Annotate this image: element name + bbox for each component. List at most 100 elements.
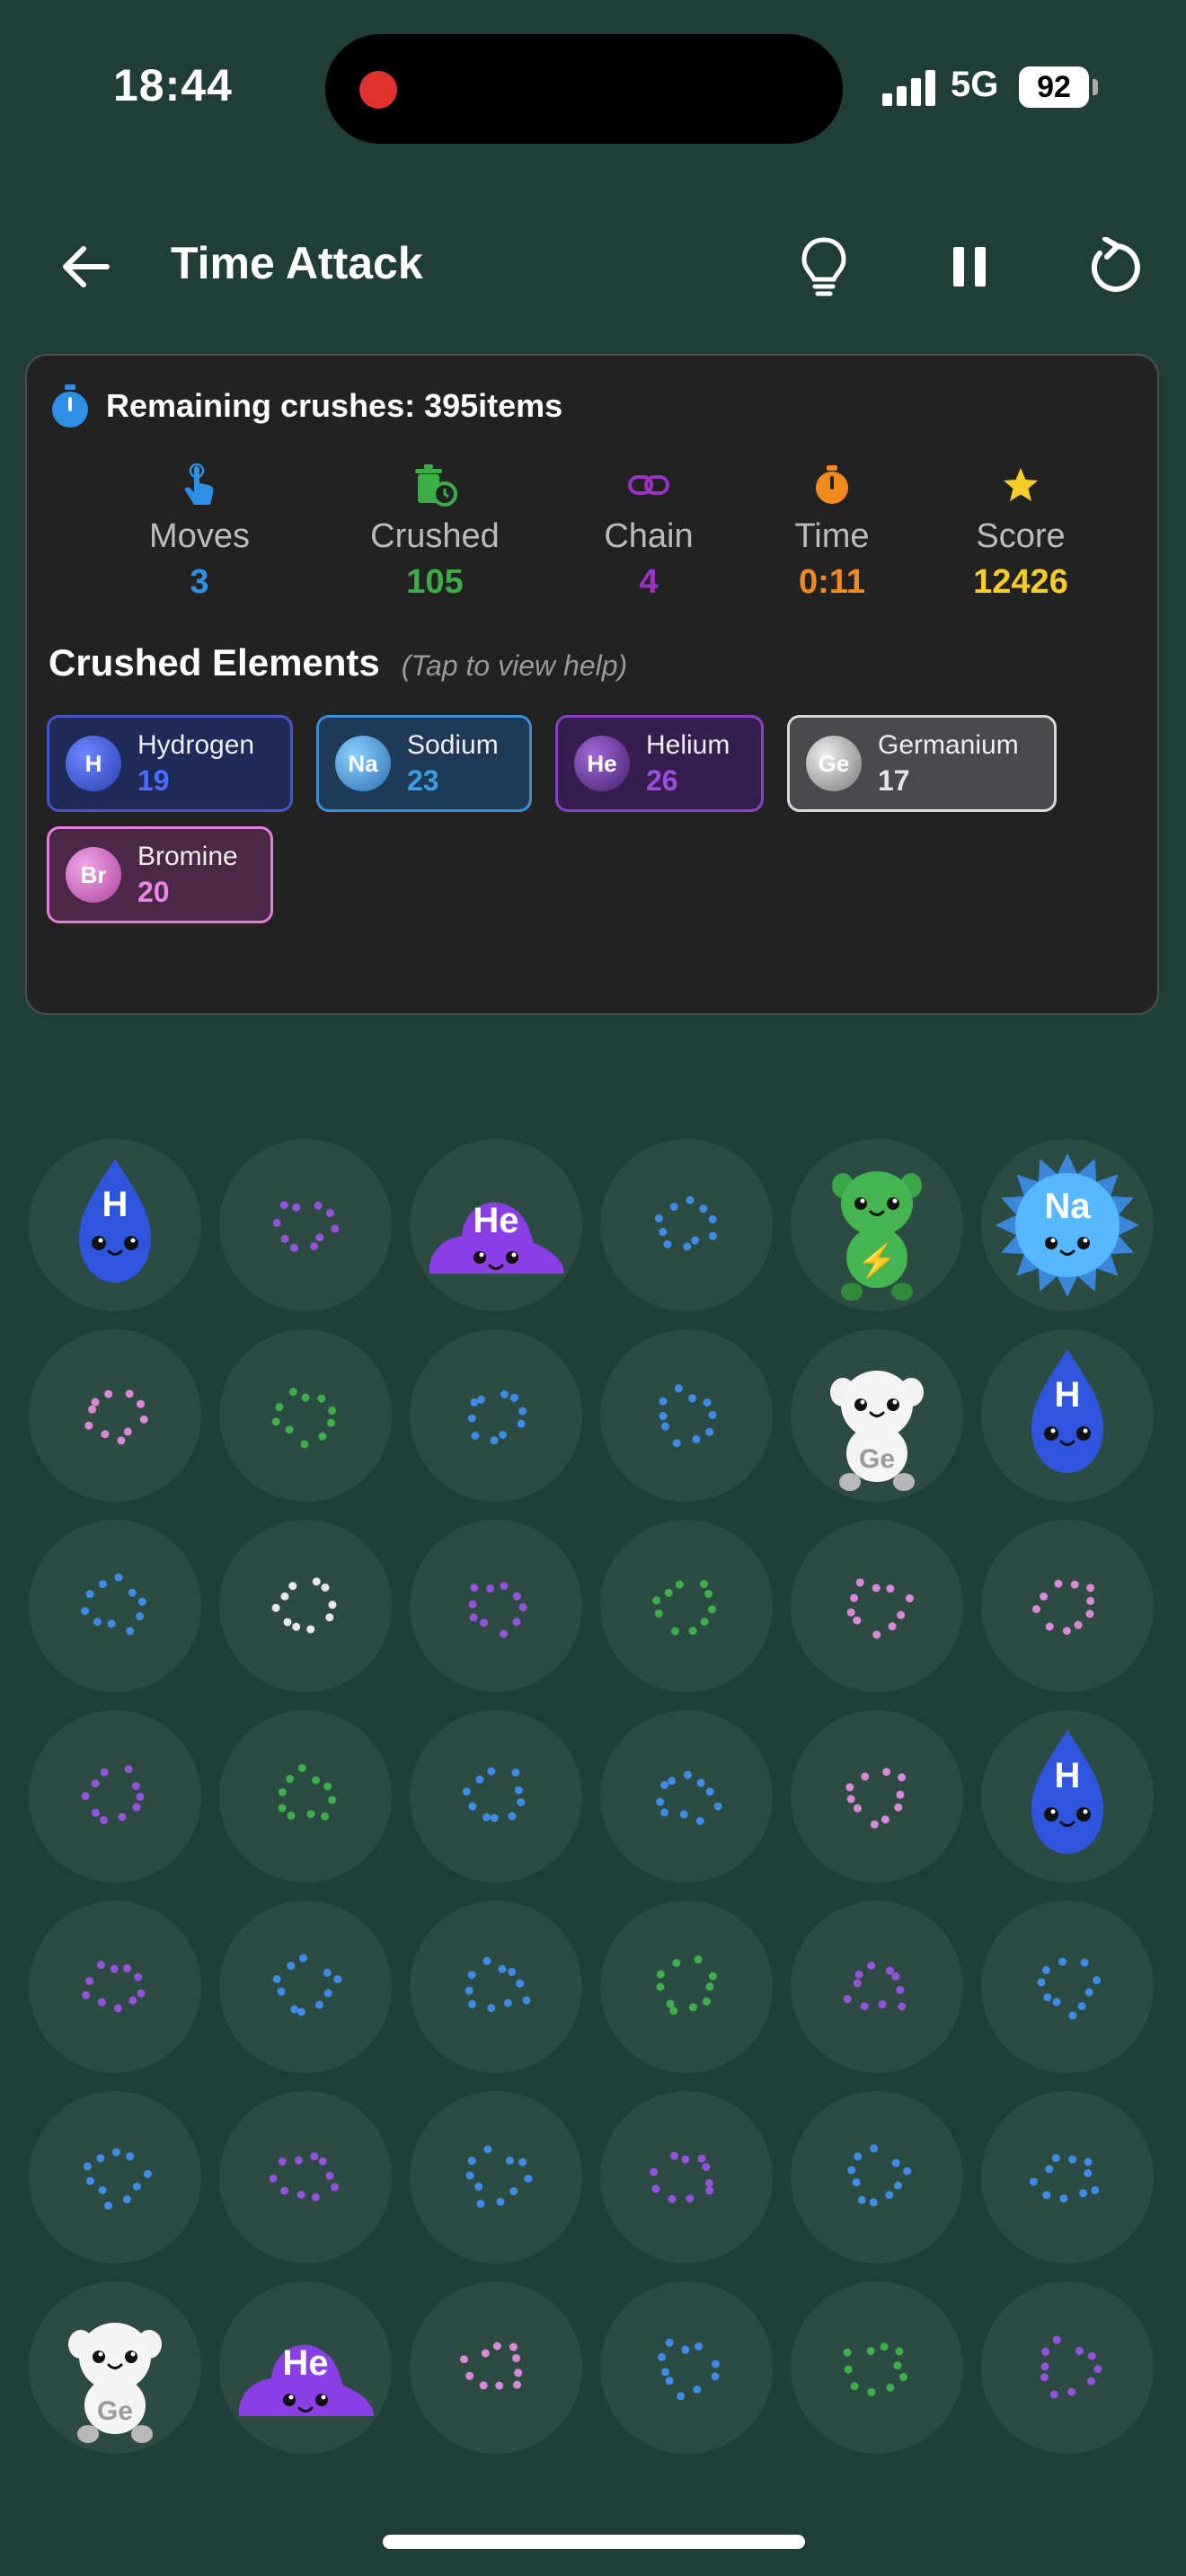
- hint-button[interactable]: [783, 226, 864, 307]
- dot-ring-icon: [650, 2151, 714, 2203]
- cell-purple-dots[interactable]: [29, 1901, 201, 2073]
- element-chip-helium[interactable]: He Helium 26: [555, 715, 764, 812]
- cell-green-dots[interactable]: [791, 2281, 963, 2454]
- cell-blue-dots[interactable]: [600, 1710, 773, 1883]
- cell-pink-dots[interactable]: [791, 1520, 963, 1692]
- pause-button[interactable]: [929, 226, 1010, 307]
- cell-green-dots[interactable]: [219, 1710, 392, 1883]
- back-arrow-icon: [63, 246, 110, 287]
- dynamic-island: [325, 34, 843, 144]
- svg-text:H: H: [1055, 1375, 1081, 1415]
- dot-ring-icon: [278, 1763, 337, 1821]
- helium-orb-icon: He: [574, 736, 630, 791]
- svg-text:Ge: Ge: [97, 2396, 133, 2426]
- cell-purple-dots[interactable]: [600, 2091, 773, 2263]
- recording-indicator-icon: [359, 71, 397, 109]
- cell-hydrogen-piece[interactable]: H: [981, 1710, 1154, 1883]
- restart-button[interactable]: [1075, 226, 1155, 307]
- dot-ring-icon: [1032, 1579, 1095, 1636]
- element-chip-germanium[interactable]: Ge Germanium 17: [787, 715, 1057, 812]
- dot-ring-icon: [654, 1195, 717, 1251]
- dot-ring-icon: [656, 1770, 722, 1826]
- svg-text:H: H: [1055, 1756, 1081, 1795]
- element-chip-sodium[interactable]: Na Sodium 23: [316, 715, 532, 812]
- cell-blue-dots[interactable]: [29, 1520, 201, 1692]
- cell-green-dots[interactable]: [600, 1520, 773, 1692]
- cell-helium-piece[interactable]: He: [410, 1139, 582, 1311]
- dot-ring-icon: [468, 1582, 527, 1638]
- cell-blue-dots[interactable]: [410, 1901, 582, 2073]
- cell-green-dots[interactable]: [219, 1329, 392, 1502]
- dot-ring-icon: [272, 1954, 342, 2016]
- cell-blue-dots[interactable]: [410, 1329, 582, 1502]
- element-chip-hydrogen[interactable]: H Hydrogen 19: [47, 715, 293, 812]
- stats-panel: Remaining crushes: 395items Moves 3 Crus…: [25, 354, 1159, 1015]
- stat-label: Chain: [604, 517, 694, 555]
- cell-blue-dots[interactable]: [600, 1329, 773, 1502]
- thunder-bear-icon: ⚡: [832, 1171, 922, 1301]
- sodium-spiky-icon: Na: [996, 1153, 1139, 1297]
- cell-blue-dots[interactable]: [981, 1901, 1154, 2073]
- stat-label: Score: [976, 517, 1066, 555]
- svg-text:He: He: [473, 1201, 518, 1240]
- dot-ring-icon: [459, 2342, 523, 2390]
- dot-ring-icon: [83, 2148, 152, 2210]
- stat-crushed: Crushed 105: [336, 463, 534, 602]
- helium-blob-icon: He: [429, 1201, 564, 1274]
- cell-purple-dots[interactable]: [29, 1710, 201, 1883]
- cell-helium-piece[interactable]: He: [219, 2281, 392, 2454]
- stat-moves: Moves 3: [101, 463, 298, 602]
- dot-ring-icon: [843, 2342, 908, 2396]
- cell-purple-dots[interactable]: [981, 2281, 1154, 2454]
- svg-text:⚡: ⚡: [857, 1242, 898, 1280]
- cell-blue-dots[interactable]: [410, 1710, 582, 1883]
- pause-icon: [953, 247, 986, 287]
- stat-value: 3: [190, 563, 209, 601]
- element-count: 20: [137, 875, 170, 908]
- cell-thunder-piece[interactable]: ⚡: [791, 1139, 963, 1311]
- cell-pink-dots[interactable]: [410, 2281, 582, 2454]
- cell-pink-dots[interactable]: [791, 1710, 963, 1883]
- dot-ring-icon: [1037, 1957, 1102, 2020]
- cell-purple-dots[interactable]: [410, 1520, 582, 1692]
- cell-hydrogen-piece[interactable]: H: [981, 1329, 1154, 1502]
- cell-blue-dots[interactable]: [29, 2091, 201, 2263]
- dot-ring-icon: [81, 1765, 145, 1824]
- lightbulb-icon: [801, 237, 846, 296]
- cell-germanium-piece[interactable]: Ge: [29, 2281, 201, 2454]
- pointer-hand-icon: [184, 463, 214, 505]
- germanium-orb-icon: Ge: [806, 736, 862, 791]
- back-button[interactable]: [45, 226, 126, 307]
- cell-pink-dots[interactable]: [981, 1520, 1154, 1692]
- stat-chain: Chain 4: [550, 463, 748, 602]
- hydrogen-drop-icon: H: [1031, 1730, 1103, 1854]
- stat-value: 12426: [973, 563, 1068, 601]
- element-count: 23: [407, 763, 439, 797]
- cell-blue-dots[interactable]: [791, 2091, 963, 2263]
- crushed-elements-heading: Crushed Elements (Tap to view help): [49, 641, 627, 684]
- cell-pink-dots[interactable]: [29, 1329, 201, 1502]
- cell-blue-dots[interactable]: [600, 2281, 773, 2454]
- cell-white-dots[interactable]: [219, 1520, 392, 1692]
- home-indicator: [383, 2535, 805, 2549]
- stat-label: Time: [794, 517, 870, 555]
- cell-purple-dots[interactable]: [791, 1901, 963, 2073]
- hydrogen-drop-icon: H: [1031, 1349, 1103, 1473]
- dot-ring-icon: [271, 1388, 337, 1449]
- cell-blue-dots[interactable]: [219, 1901, 392, 2073]
- cell-sodium-piece[interactable]: Na: [981, 1139, 1154, 1311]
- cell-germanium-piece[interactable]: Ge: [791, 1329, 963, 1502]
- cell-hydrogen-piece[interactable]: H: [29, 1139, 201, 1311]
- cell-purple-dots[interactable]: [219, 2091, 392, 2263]
- cell-purple-dots[interactable]: [219, 1139, 392, 1311]
- svg-text:He: He: [282, 2343, 328, 2383]
- element-chip-bromine[interactable]: Br Bromine 20: [47, 826, 273, 923]
- cell-blue-dots[interactable]: [600, 1139, 773, 1311]
- remaining-crushes-text: Remaining crushes: 395items: [106, 387, 563, 424]
- dot-ring-icon: [269, 2152, 339, 2201]
- dot-ring-icon: [846, 1578, 914, 1639]
- help-link[interactable]: (Tap to view help): [402, 649, 627, 682]
- cell-green-dots[interactable]: [600, 1901, 773, 2073]
- cell-blue-dots[interactable]: [410, 2091, 582, 2263]
- cell-blue-dots[interactable]: [981, 2091, 1154, 2263]
